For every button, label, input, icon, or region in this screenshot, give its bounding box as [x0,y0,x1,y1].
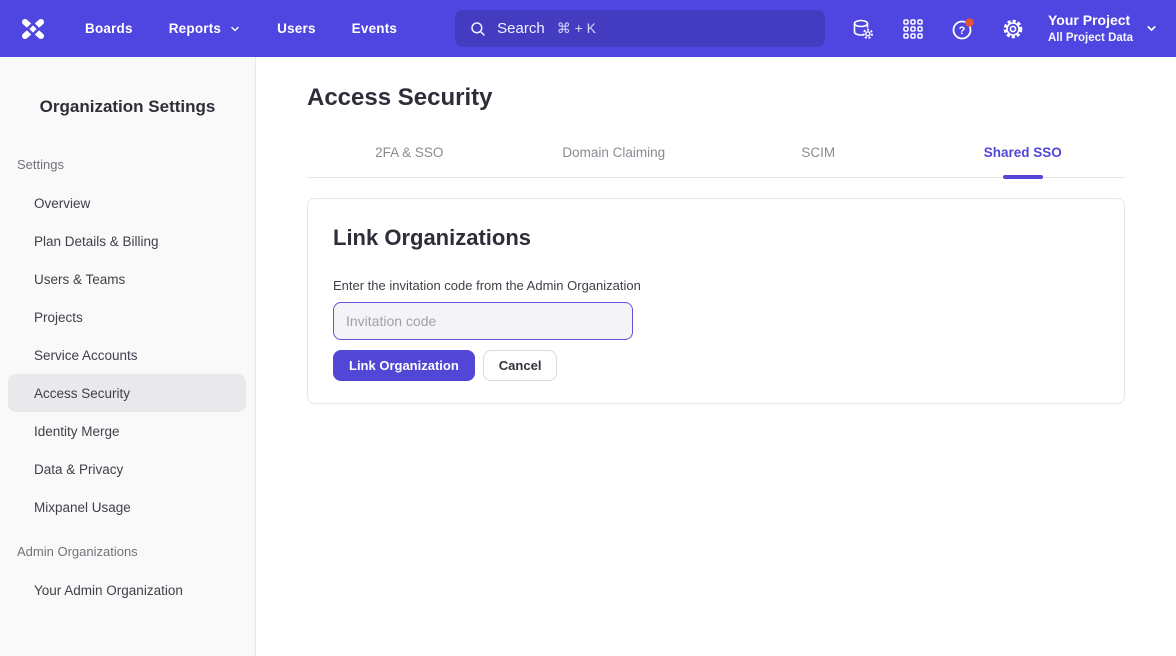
page-body: Organization Settings Settings Overview … [0,57,1176,656]
sidebar-item-plan-details-billing[interactable]: Plan Details & Billing [0,222,255,260]
nav-link-reports[interactable]: Reports [169,21,241,36]
apps-grid-button[interactable] [900,16,926,42]
tab-2fa-sso[interactable]: 2FA & SSO [307,145,512,177]
database-gear-icon [851,17,875,41]
help-icon: ? [950,16,976,42]
tab-bar: 2FA & SSO Domain Claiming SCIM Shared SS… [307,145,1125,178]
search-shortcut: ⌘ + K [557,20,596,37]
help-button[interactable]: ? [950,16,976,42]
sidebar-item-identity-merge[interactable]: Identity Merge [0,412,255,450]
nav-links: Boards Reports Users Events [85,21,433,36]
search-input[interactable]: Search ⌘ + K [455,10,825,47]
link-organization-button[interactable]: Link Organization [333,350,475,381]
sidebar-item-your-admin-organization[interactable]: Your Admin Organization [0,571,255,609]
settings-button[interactable] [1000,16,1026,42]
main-content: Access Security 2FA & SSO Domain Claimin… [256,57,1176,656]
nav-link-users-label: Users [277,21,316,36]
nav-link-events[interactable]: Events [352,21,397,36]
org-settings-sidebar: Organization Settings Settings Overview … [0,57,256,656]
project-name: Your Project [1048,12,1133,30]
project-texts: Your Project All Project Data [1048,12,1133,45]
tab-scim[interactable]: SCIM [716,145,921,177]
sidebar-item-service-accounts[interactable]: Service Accounts [0,336,255,374]
project-switcher[interactable]: Your Project All Project Data [1048,12,1158,45]
top-nav: Boards Reports Users Events Search ⌘ + K [0,0,1176,57]
sidebar-item-projects[interactable]: Projects [0,298,255,336]
nav-link-boards[interactable]: Boards [85,21,133,36]
sidebar-title: Organization Settings [0,97,255,117]
sidebar-item-data-privacy[interactable]: Data & Privacy [0,450,255,488]
apps-grid-icon [902,18,924,40]
link-organizations-card: Link Organizations Enter the invitation … [307,198,1125,404]
mixpanel-logo-icon [19,15,47,43]
gear-icon [1001,17,1025,41]
card-title: Link Organizations [333,225,1100,251]
button-row: Link Organization Cancel [333,350,1100,381]
invitation-code-input[interactable] [333,302,633,340]
project-subtitle: All Project Data [1048,31,1133,45]
tab-domain-claiming[interactable]: Domain Claiming [512,145,717,177]
sidebar-section-admin-organizations: Admin Organizations [17,544,255,559]
chevron-down-icon [229,23,241,35]
page-title: Access Security [307,84,1125,112]
nav-link-events-label: Events [352,21,397,36]
mixpanel-logo[interactable] [18,14,48,44]
sidebar-section-settings: Settings [17,157,255,172]
svg-text:?: ? [959,25,966,37]
sidebar-item-mixpanel-usage[interactable]: Mixpanel Usage [0,488,255,526]
search-label: Search [497,20,545,37]
data-management-button[interactable] [850,16,876,42]
nav-right: ? Your Project All Project Data [826,12,1158,45]
nav-link-boards-label: Boards [85,21,133,36]
invitation-code-label: Enter the invitation code from the Admin… [333,278,1100,293]
nav-link-reports-label: Reports [169,21,221,36]
sidebar-item-overview[interactable]: Overview [0,184,255,222]
search-icon [469,20,487,38]
tab-shared-sso[interactable]: Shared SSO [921,145,1126,177]
sidebar-item-access-security[interactable]: Access Security [8,374,246,412]
cancel-button[interactable]: Cancel [483,350,558,381]
nav-link-users[interactable]: Users [277,21,316,36]
notification-dot [965,18,974,27]
chevron-down-icon [1145,22,1158,35]
sidebar-item-users-teams[interactable]: Users & Teams [0,260,255,298]
